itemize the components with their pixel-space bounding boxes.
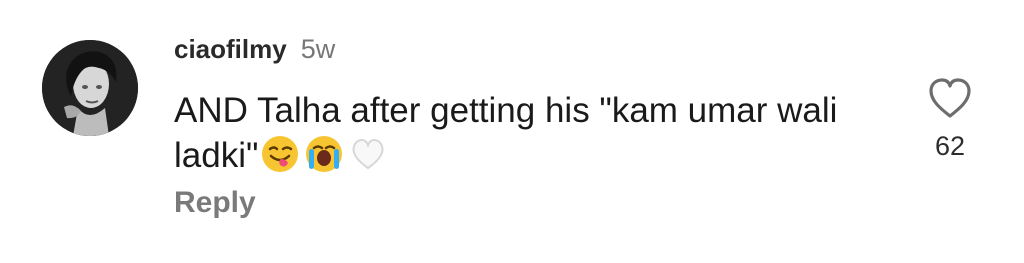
comment-text: AND Talha after getting his "kam umar wa… [174, 88, 874, 178]
like-count: 62 [934, 131, 966, 161]
comment-time: 5w [300, 34, 336, 64]
emoji-group [260, 134, 388, 174]
comment-item: ciaofilmy 5w AND Talha after getting his… [0, 0, 1024, 263]
reply-button[interactable]: Reply [174, 186, 256, 220]
white-heart-emoji-icon [352, 139, 384, 170]
avatar[interactable] [42, 40, 138, 136]
heart-outline-icon[interactable] [926, 76, 974, 120]
loudly-crying-face-emoji-icon [306, 136, 343, 172]
username-link[interactable]: ciaofilmy [174, 34, 287, 65]
comment-header: ciaofilmy 5w [174, 34, 335, 65]
avatar-image [42, 40, 138, 136]
yum-face-emoji-icon [262, 136, 299, 172]
like-control: 62 [922, 76, 978, 166]
